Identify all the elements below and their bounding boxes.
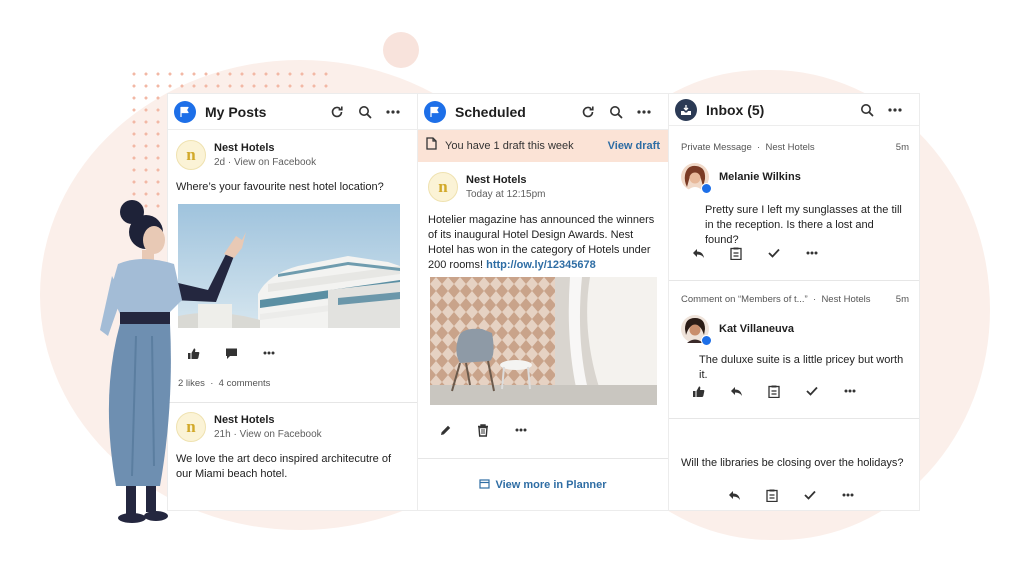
message-divider	[669, 418, 919, 419]
footer-divider	[418, 458, 668, 459]
flag-icon	[424, 100, 446, 123]
post-text: Where’s your favourite nest hotel locati…	[176, 181, 384, 193]
sender-name[interactable]: Melanie Wilkins	[719, 171, 801, 183]
post-age: 2d	[214, 157, 226, 168]
view-more-label: View more in Planner	[495, 479, 607, 491]
draft-notice: You have 1 draft this week View draft	[418, 130, 668, 162]
post-header: n Nest Hotels 2d · View on Facebook	[176, 140, 409, 170]
more-icon[interactable]	[881, 98, 909, 122]
post-image[interactable]	[430, 277, 657, 405]
more-icon[interactable]	[502, 419, 540, 441]
my-posts-header: My Posts	[168, 94, 417, 130]
scheduled-column: Scheduled You have 1 draft this week Vie…	[418, 94, 668, 510]
refresh-icon[interactable]	[574, 100, 602, 124]
sender-name[interactable]: Kat Villaneuva	[719, 323, 794, 335]
avatar[interactable]	[681, 315, 712, 346]
inbox-header: Inbox (5)	[669, 94, 919, 126]
post: n Nest Hotels 2d · View on Facebook Wher…	[176, 140, 409, 195]
assign-icon[interactable]	[717, 242, 755, 264]
nest-hotels-avatar[interactable]: n	[176, 140, 206, 170]
view-on-facebook-link[interactable]: View on Facebook	[234, 157, 316, 168]
assign-icon[interactable]	[753, 484, 791, 506]
post-author[interactable]: Nest Hotels	[466, 174, 546, 186]
check-icon[interactable]	[793, 380, 831, 402]
column-title: Inbox (5)	[706, 101, 765, 118]
check-icon[interactable]	[791, 484, 829, 506]
inbox-column: Inbox (5) Private Message · Nest Hotels …	[669, 94, 919, 510]
reply-icon[interactable]	[717, 380, 755, 402]
more-icon[interactable]	[829, 484, 867, 506]
post-meta-line: 2d · View on Facebook	[214, 157, 317, 168]
refresh-icon[interactable]	[323, 100, 351, 124]
message-sender: Kat Villaneuva	[681, 315, 909, 346]
post-text: Hotelier magazine has announced the winn…	[428, 213, 658, 273]
message-type: Comment on “Members of t...”	[681, 294, 808, 305]
edit-icon[interactable]	[426, 419, 464, 441]
message-actions	[679, 380, 869, 402]
document-icon	[426, 137, 437, 155]
post-author[interactable]: Nest Hotels	[214, 142, 316, 154]
person-illustration	[96, 196, 256, 526]
scheduled-actions	[426, 419, 540, 441]
message-text[interactable]: Will the libraries be closing over the h…	[681, 456, 911, 471]
more-icon[interactable]	[831, 380, 869, 402]
message-divider	[669, 280, 919, 281]
view-more-in-planner-button[interactable]: View more in Planner	[418, 476, 668, 494]
nest-hotels-avatar[interactable]: n	[428, 172, 458, 202]
calendar-icon	[479, 476, 491, 494]
search-icon[interactable]	[602, 100, 630, 124]
message-time: 5m	[895, 294, 909, 305]
avatar[interactable]	[681, 163, 712, 194]
inbox-message[interactable]: Comment on “Members of t...” · Nest Hote…	[681, 294, 909, 383]
message-actions	[679, 242, 831, 264]
message-time: 5m	[895, 142, 909, 153]
column-title: Scheduled	[455, 103, 526, 120]
reply-icon[interactable]	[679, 242, 717, 264]
assign-icon[interactable]	[755, 380, 793, 402]
column-title: My Posts	[205, 103, 267, 120]
messenger-badge-icon	[701, 335, 712, 346]
message-text: The duluxe suite is a little pricey but …	[699, 354, 904, 381]
more-icon[interactable]	[379, 100, 407, 124]
inbox-tray-icon	[675, 98, 697, 121]
message-account: Nest Hotels	[821, 294, 871, 305]
scheduled-post: n Nest Hotels Today at 12:15pm Hotelier …	[428, 172, 658, 273]
message-account: Nest Hotels	[765, 142, 815, 153]
more-icon[interactable]	[630, 100, 658, 124]
draft-notice-text: You have 1 draft this week	[445, 140, 574, 152]
inbox-message[interactable]: Private Message · Nest Hotels 5m Melanie…	[681, 142, 909, 248]
post-link[interactable]: http://ow.ly/12345678	[486, 259, 596, 271]
message-actions	[715, 484, 867, 506]
view-draft-link[interactable]: View draft	[608, 140, 660, 152]
message-type: Private Message	[681, 142, 752, 153]
messenger-badge-icon	[701, 183, 712, 194]
message-sender: Melanie Wilkins	[681, 163, 909, 194]
reply-icon[interactable]	[715, 484, 753, 506]
like-icon[interactable]	[679, 380, 717, 402]
trash-icon[interactable]	[464, 419, 502, 441]
flag-icon	[174, 100, 196, 123]
scheduled-time: Today at 12:15pm	[466, 189, 546, 200]
search-icon[interactable]	[853, 98, 881, 122]
scheduled-header: Scheduled	[418, 94, 668, 130]
search-icon[interactable]	[351, 100, 379, 124]
message-meta: Private Message · Nest Hotels 5m	[681, 142, 909, 153]
check-icon[interactable]	[755, 242, 793, 264]
background-dot	[383, 32, 419, 68]
post-header: n Nest Hotels Today at 12:15pm	[428, 172, 658, 202]
message-meta: Comment on “Members of t...” · Nest Hote…	[681, 294, 909, 305]
more-icon[interactable]	[793, 242, 831, 264]
